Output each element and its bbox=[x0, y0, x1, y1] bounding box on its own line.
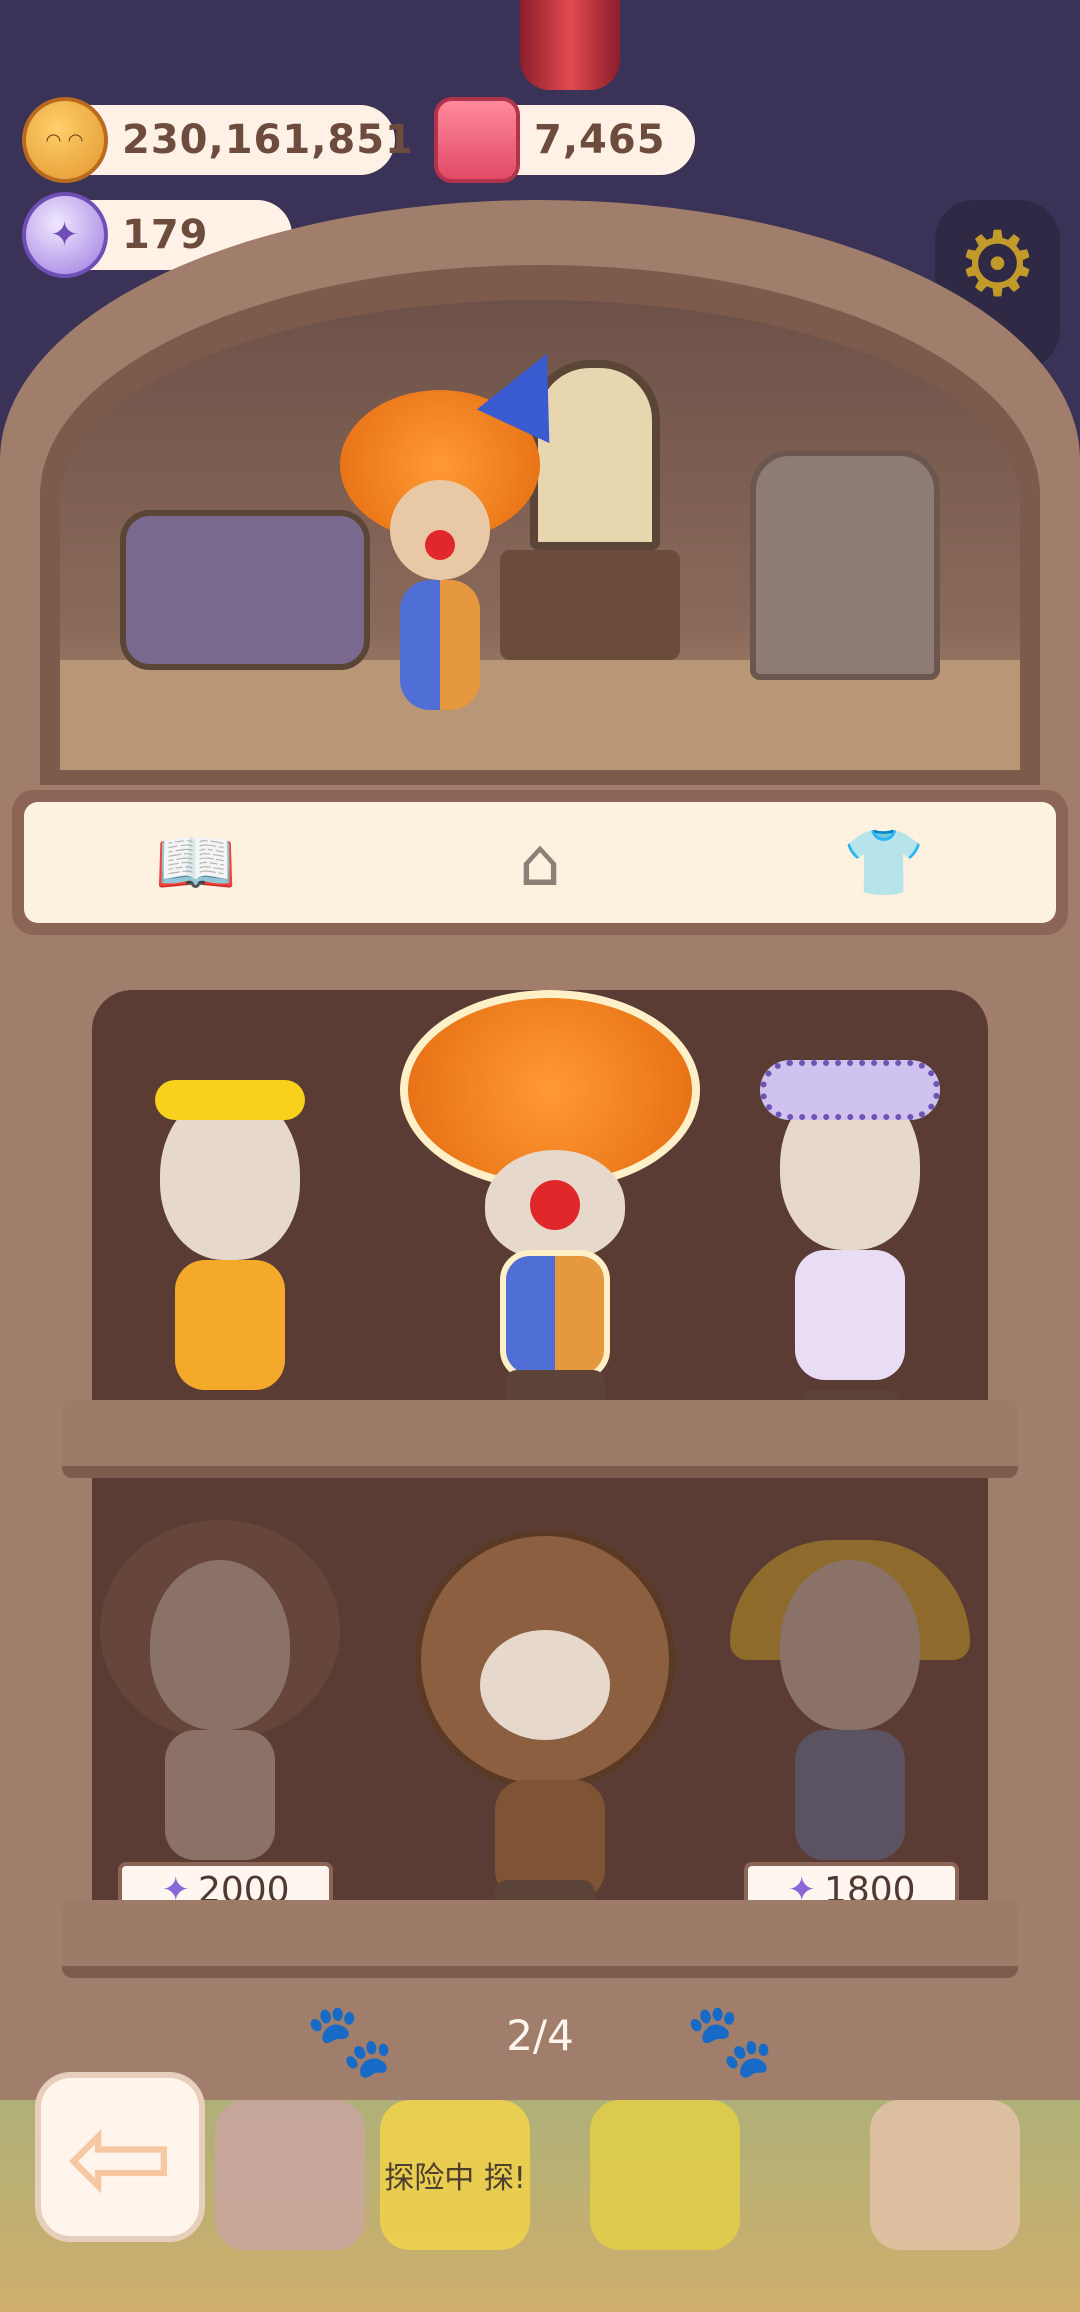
cookie-count: 230,161,851 bbox=[122, 117, 414, 163]
bottom-menu-item[interactable] bbox=[590, 2100, 740, 2250]
shelf-board bbox=[62, 1400, 1018, 1478]
mannequin-torso bbox=[175, 1260, 285, 1390]
next-page-button[interactable]: 🐾 bbox=[685, 1997, 775, 2082]
mannequin-torso bbox=[795, 1730, 905, 1860]
outfit-clown-selected[interactable] bbox=[400, 980, 700, 1410]
tab-book[interactable]: 📖 bbox=[141, 818, 251, 908]
soda-can-decoration bbox=[520, 0, 620, 90]
bottom-menu-item[interactable] bbox=[215, 2100, 365, 2250]
clown-nose bbox=[530, 1180, 580, 1230]
mannequin-torso bbox=[795, 1250, 905, 1380]
room-bed bbox=[120, 510, 370, 670]
character-room-preview bbox=[60, 300, 1020, 770]
shelf-board bbox=[62, 1900, 1018, 1978]
mannequin-head bbox=[780, 1560, 920, 1730]
tab-outfits[interactable]: 👕 bbox=[829, 818, 939, 908]
mannequin-head bbox=[150, 1560, 290, 1730]
gear-icon: ⚙ bbox=[957, 212, 1038, 317]
cookie-icon bbox=[22, 97, 108, 183]
shirt-icon: 👕 bbox=[842, 823, 926, 901]
page-indicator: 2/4 bbox=[506, 2010, 574, 2060]
candle-count: 7,465 bbox=[534, 117, 666, 163]
room-wardrobe bbox=[750, 450, 940, 680]
alarm-clock-button[interactable] bbox=[870, 2100, 1020, 2250]
paw-icon: 🐾 bbox=[685, 1997, 775, 2082]
mannequin-head bbox=[480, 1630, 610, 1740]
gem-icon bbox=[22, 192, 108, 278]
tab-house[interactable]: ⌂ bbox=[485, 818, 595, 908]
cookie-counter: 230,161,851 bbox=[22, 97, 413, 183]
lace-bonnet bbox=[760, 1060, 940, 1120]
house-icon: ⌂ bbox=[519, 824, 561, 901]
headband bbox=[155, 1080, 305, 1120]
clown-nose bbox=[425, 530, 455, 560]
pager: 2/4 bbox=[0, 1990, 1080, 2080]
book-icon: 📖 bbox=[154, 823, 238, 901]
category-tab-bar: 📖 ⌂ 👕 bbox=[12, 790, 1068, 935]
candle-counter: 7,465 bbox=[434, 97, 695, 183]
outfit-lolita-maid[interactable] bbox=[720, 1040, 980, 1460]
adventure-banner[interactable]: 探险中 探! bbox=[380, 2100, 530, 2250]
character-avatar bbox=[340, 336, 584, 720]
mannequin-torso bbox=[165, 1730, 275, 1860]
candle-icon bbox=[434, 97, 520, 183]
adventure-label: 探险中 探! bbox=[384, 2161, 526, 2196]
gem-count: 179 bbox=[122, 212, 209, 258]
mannequin-torso bbox=[500, 1250, 610, 1380]
back-button[interactable]: ⇦ bbox=[35, 2072, 205, 2242]
arrow-left-icon: ⇦ bbox=[65, 2081, 175, 2233]
outfit-teddy-bear[interactable] bbox=[410, 1490, 680, 1930]
clown-costume bbox=[400, 580, 480, 710]
